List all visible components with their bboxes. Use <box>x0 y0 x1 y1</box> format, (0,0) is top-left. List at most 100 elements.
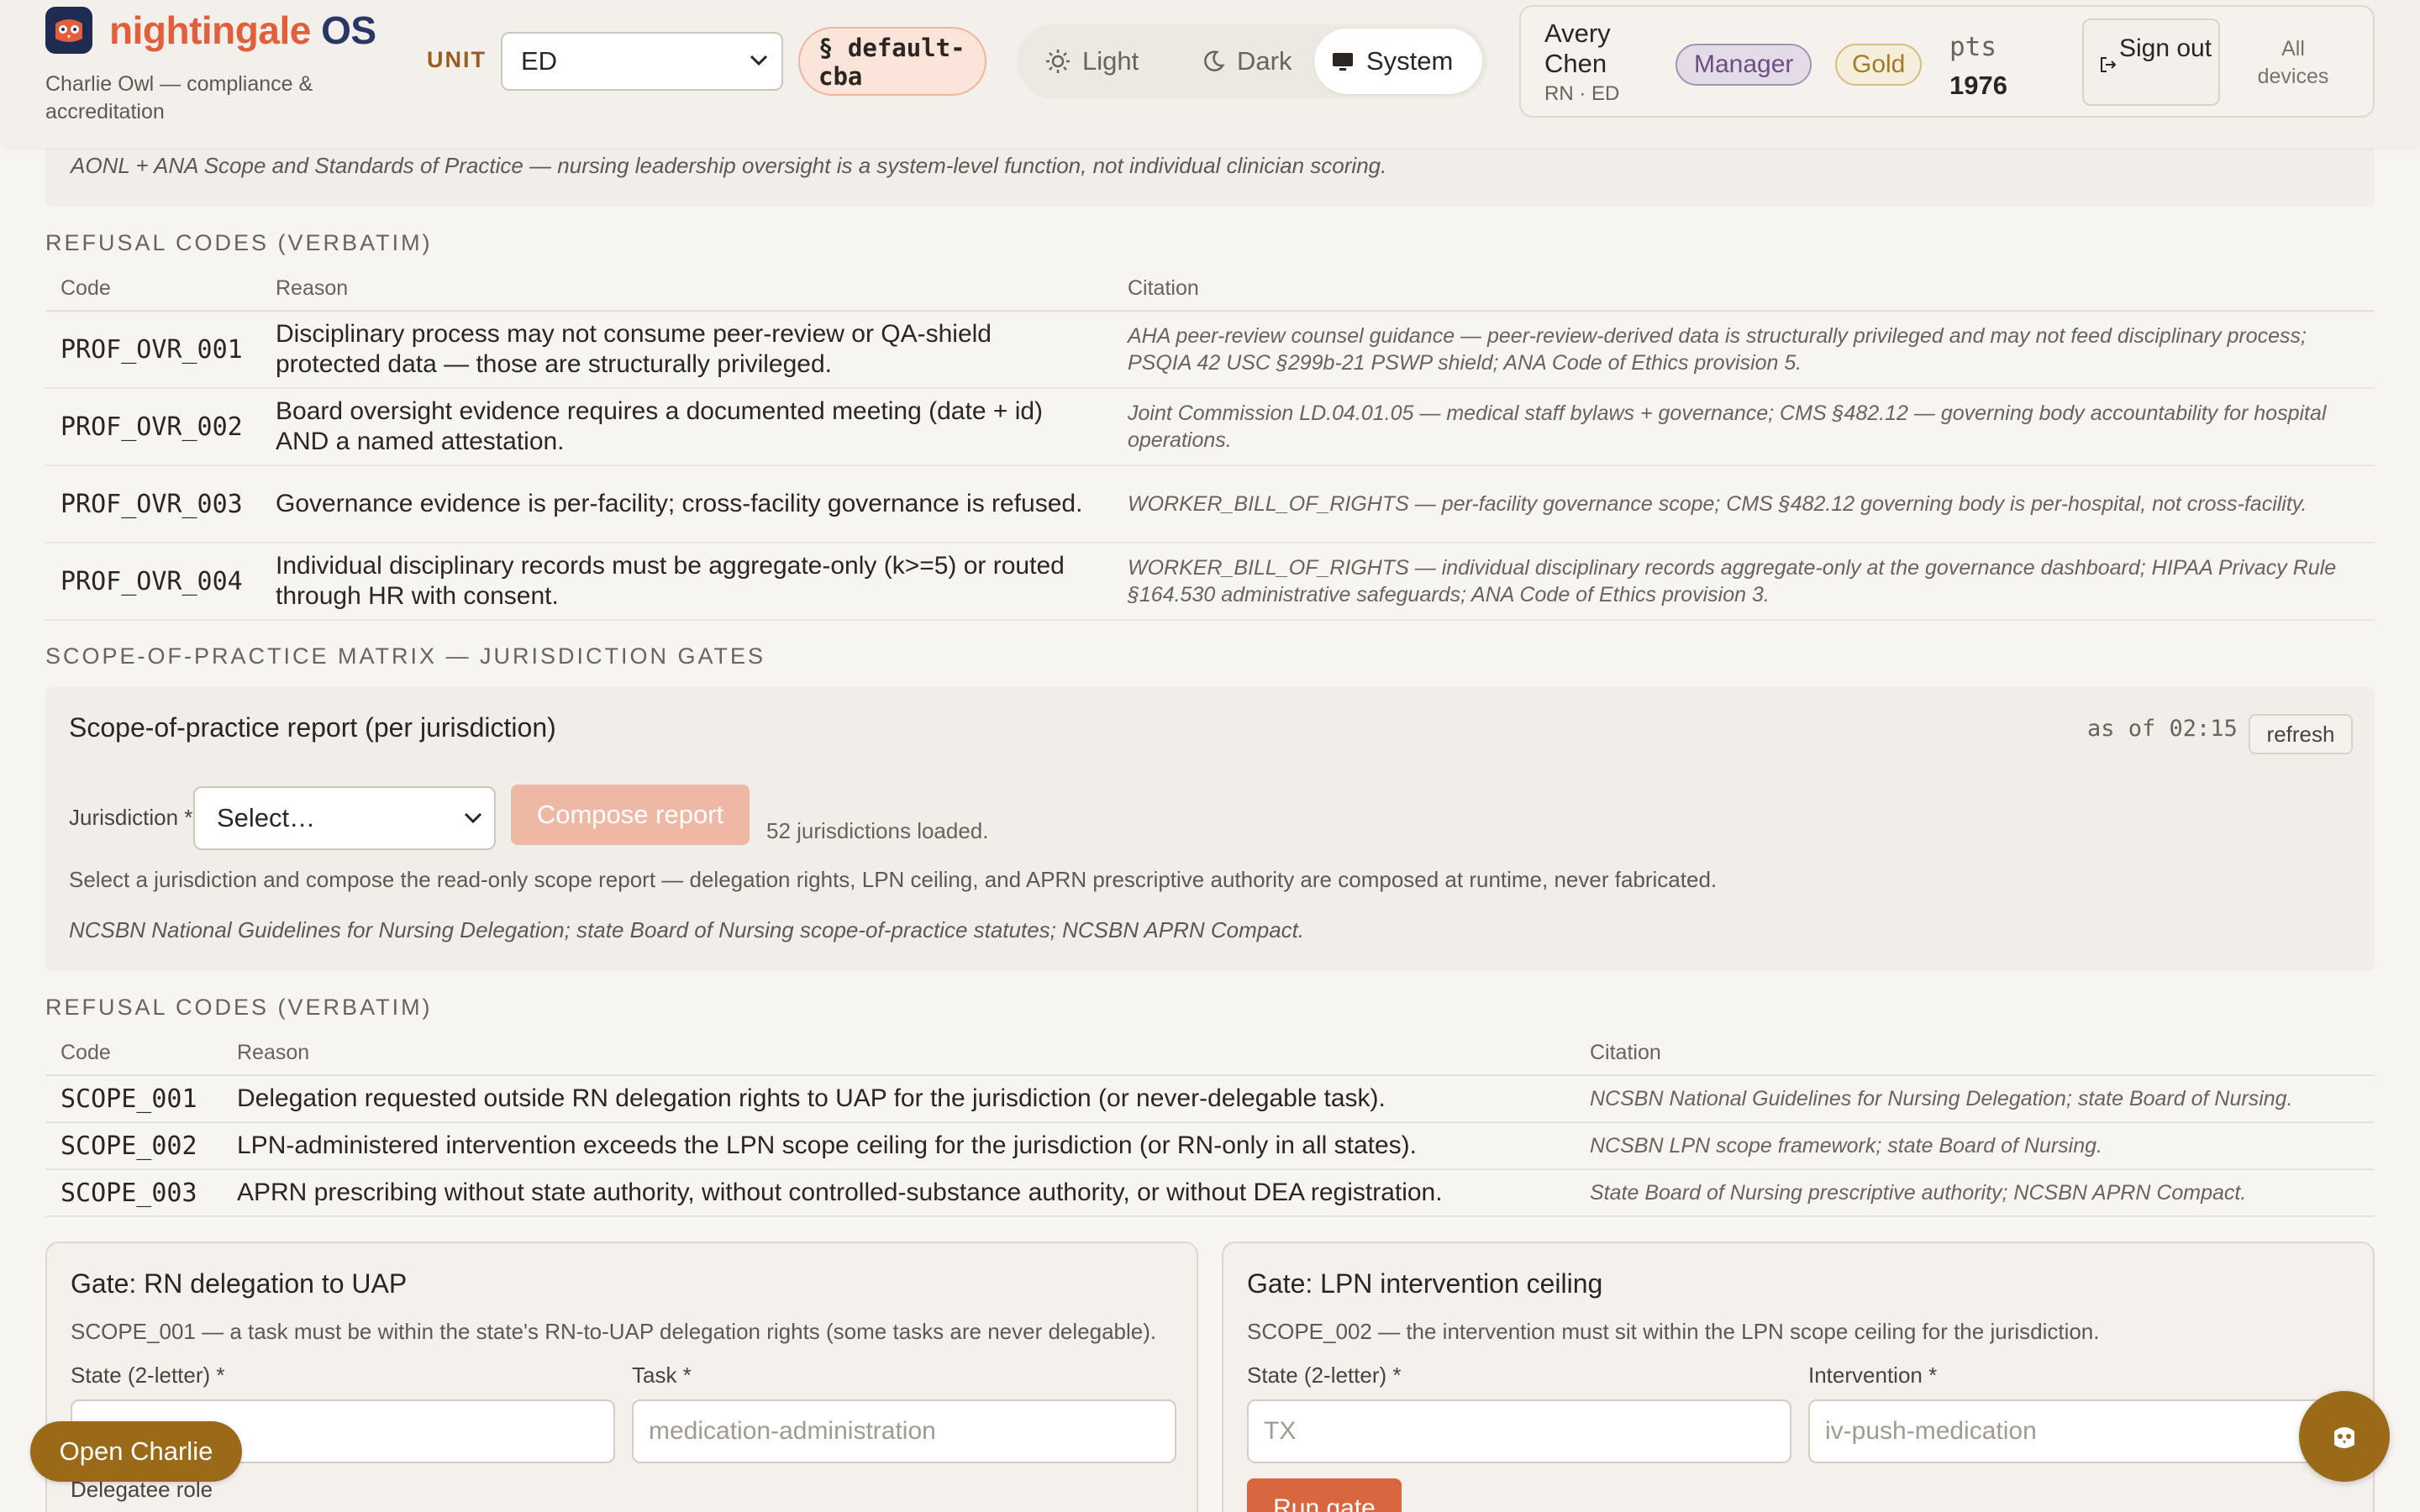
unit-select[interactable]: ED <box>501 32 783 91</box>
scope-report-help: Select a jurisdiction and compose the re… <box>69 867 1718 892</box>
col-citation: Citation <box>1113 267 2375 312</box>
user-role: RN · ED <box>1544 82 1620 105</box>
theme-system-button[interactable]: System <box>1314 29 1482 94</box>
jurisdiction-count: 52 jurisdictions loaded. <box>766 818 989 843</box>
prof-refusal-table: Code Reason Citation PROF_OVR_001 Discip… <box>45 267 2375 621</box>
refresh-button[interactable]: refresh <box>2249 714 2353 754</box>
intervention-label: Intervention * <box>1808 1362 1938 1388</box>
table-header-row: Code Reason Citation <box>45 1032 2375 1076</box>
theme-dark-button[interactable]: Dark <box>1185 29 1308 94</box>
theme-dark-label: Dark <box>1237 46 1292 76</box>
refusal-code: PROF_OVR_001 <box>45 311 260 389</box>
state-label: State (2-letter) * <box>71 1362 225 1388</box>
owl-logo-icon <box>45 7 92 54</box>
gate-lpn-ceiling-card: Gate: LPN intervention ceiling SCOPE_002… <box>1222 1242 2375 1512</box>
refusal-reason: APRN prescribing without state authority… <box>222 1169 1575 1217</box>
jurisdiction-select[interactable]: Select… <box>193 786 496 850</box>
table-row: PROF_OVR_003 Governance evidence is per-… <box>45 465 2375 543</box>
theme-light-label: Light <box>1082 46 1139 76</box>
jurisdiction-select-value: Select… <box>217 803 316 832</box>
state-input[interactable]: TX <box>1247 1399 1791 1463</box>
table-row: PROF_OVR_001 Disciplinary process may no… <box>45 311 2375 389</box>
col-code: Code <box>45 267 260 312</box>
refusal-reason: Disciplinary process may not consume pee… <box>260 311 1113 389</box>
cba-pill[interactable]: § default-cba <box>798 27 986 96</box>
refusal-code: SCOPE_003 <box>45 1169 222 1217</box>
brand-name-text: nightingale <box>109 8 311 52</box>
scope-refusal-label: REFUSAL CODES (VERBATIM) <box>45 995 433 1020</box>
gate-description: SCOPE_002 — the intervention must sit wi… <box>1247 1319 2100 1344</box>
unit-label: UNIT <box>427 47 487 72</box>
refusal-citation: NCSBN National Guidelines for Nursing De… <box>1575 1075 2375 1123</box>
refusal-reason: Delegation requested outside RN delegati… <box>222 1075 1575 1123</box>
unit-select-value: ED <box>521 46 558 76</box>
chevron-down-icon <box>464 812 482 824</box>
tier-badge: Gold <box>1835 44 1923 86</box>
intervention-input[interactable]: iv-push-medication <box>1808 1399 2353 1463</box>
task-label: Task * <box>632 1362 692 1388</box>
sign-out-icon <box>2101 57 2117 72</box>
col-reason: Reason <box>222 1032 1575 1076</box>
as-of-timestamp: as of 02:15 <box>2087 716 2238 742</box>
table-row: SCOPE_003 APRN prescribing without state… <box>45 1169 2375 1217</box>
table-row: PROF_OVR_004 Individual disciplinary rec… <box>45 543 2375 621</box>
user-name: Avery Chen <box>1544 18 1611 78</box>
refusal-citation: WORKER_BILL_OF_RIGHTS — per-facility gov… <box>1113 465 2375 543</box>
points-value: 1976 <box>1949 71 2007 100</box>
refusal-reason: Board oversight evidence requires a docu… <box>260 388 1113 466</box>
gate-title: Gate: RN delegation to UAP <box>71 1268 408 1299</box>
gate-description: SCOPE_001 — a task must be within the st… <box>71 1319 1157 1344</box>
table-row: PROF_OVR_002 Board oversight evidence re… <box>45 388 2375 466</box>
refusal-code: PROF_OVR_004 <box>45 543 260 621</box>
jurisdiction-label: Jurisdiction * <box>69 805 193 830</box>
refusal-code: PROF_OVR_002 <box>45 388 260 466</box>
theme-switcher: Light Dark System <box>1017 24 1487 99</box>
refusal-citation: WORKER_BILL_OF_RIGHTS — individual disci… <box>1113 543 2375 621</box>
table-header-row: Code Reason Citation <box>45 267 2375 312</box>
refusal-code: SCOPE_002 <box>45 1122 222 1170</box>
brand-name: nightingale OS <box>109 7 376 54</box>
scope-report-panel: Scope-of-practice report (per jurisdicti… <box>45 687 2375 971</box>
governance-citation: AONL + ANA Scope and Standards of Practi… <box>71 153 1387 178</box>
all-devices-link[interactable]: All devices <box>2244 35 2343 91</box>
open-charlie-button[interactable]: Open Charlie <box>30 1421 242 1482</box>
scope-section-label: SCOPE-OF-PRACTICE MATRIX — JURISDICTION … <box>45 643 766 669</box>
user-card: Avery Chen RN · ED Manager Gold pts 1976… <box>1519 5 2375 118</box>
monitor-icon <box>1333 53 1353 71</box>
sun-icon <box>1046 50 1070 73</box>
scope-report-title: Scope-of-practice report (per jurisdicti… <box>69 712 556 743</box>
compose-report-button[interactable]: Compose report <box>511 785 750 845</box>
col-citation: Citation <box>1575 1032 2375 1076</box>
theme-system-label: System <box>1366 46 1454 76</box>
points-label: pts <box>1949 32 1996 62</box>
refusal-reason: Governance evidence is per-facility; cro… <box>260 465 1113 543</box>
refusal-citation: NCSBN LPN scope framework; state Board o… <box>1575 1122 2375 1170</box>
role-badge: Manager <box>1676 44 1812 86</box>
scope-report-citation: NCSBN National Guidelines for Nursing De… <box>69 917 1305 942</box>
table-row: SCOPE_002 LPN-administered intervention … <box>45 1122 2375 1170</box>
sign-out-button[interactable]: Sign out <box>2082 18 2220 106</box>
owl-fab-icon <box>2334 1427 2354 1448</box>
task-input[interactable]: medication-administration <box>632 1399 1176 1463</box>
refusal-reason: Individual disciplinary records must be … <box>260 543 1113 621</box>
chevron-down-icon <box>750 55 768 66</box>
col-code: Code <box>45 1032 222 1076</box>
prof-refusal-label: REFUSAL CODES (VERBATIM) <box>45 230 433 255</box>
sign-out-label: Sign out <box>2118 34 2212 62</box>
refusal-citation: AHA peer-review counsel guidance — peer-… <box>1113 311 2375 389</box>
refusal-code: SCOPE_001 <box>45 1075 222 1123</box>
run-gate-button[interactable]: Run gate <box>1247 1478 1402 1512</box>
col-reason: Reason <box>260 267 1113 312</box>
state-label: State (2-letter) * <box>1247 1362 1402 1388</box>
brand-os: OS <box>321 8 376 52</box>
table-row: SCOPE_001 Delegation requested outside R… <box>45 1075 2375 1123</box>
refusal-reason: LPN-administered intervention exceeds th… <box>222 1122 1575 1170</box>
theme-light-button[interactable]: Light <box>1028 29 1155 94</box>
gate-title: Gate: LPN intervention ceiling <box>1247 1268 1603 1299</box>
moon-icon <box>1204 50 1225 71</box>
refusal-code: PROF_OVR_003 <box>45 465 260 543</box>
charlie-fab-button[interactable] <box>2299 1391 2390 1482</box>
app-header: nightingale OS Charlie Owl — compliance … <box>0 0 2420 148</box>
brand-subtitle: Charlie Owl — compliance & accreditation <box>45 72 313 123</box>
refusal-citation: Joint Commission LD.04.01.05 — medical s… <box>1113 388 2375 466</box>
